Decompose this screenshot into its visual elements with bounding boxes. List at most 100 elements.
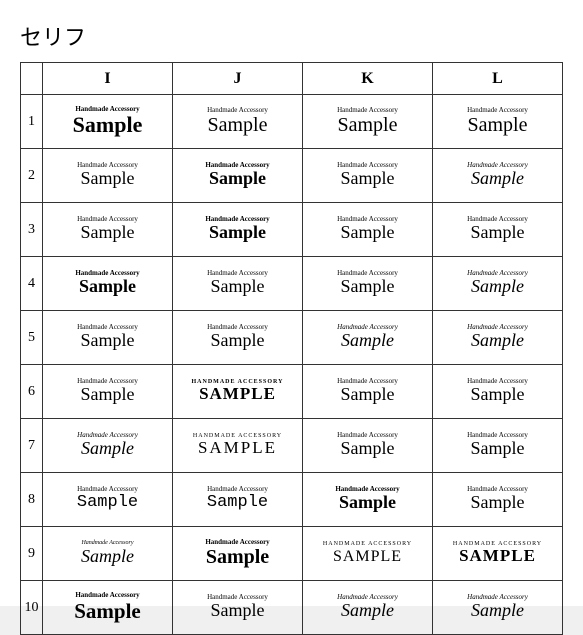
- cell-bottom-text: Sample: [81, 223, 135, 243]
- table-row: 3Handmade AccessorySampleHandmade Access…: [21, 203, 563, 257]
- cell-bottom-text: Sample: [471, 277, 524, 297]
- cell-bottom-text: Sample: [81, 439, 134, 459]
- cell-bottom-text: Sample: [73, 113, 143, 137]
- font-cell: HANDMADE ACCESSORYSAMPLE: [433, 527, 563, 581]
- font-cell: HANDMADE ACCESSORYSAMPLE: [173, 365, 303, 419]
- font-cell: Handmade AccessorySample: [303, 203, 433, 257]
- row-number: 10: [21, 581, 43, 635]
- cell-bottom-text: Sample: [471, 385, 525, 405]
- cell-top-text: Handmade Accessory: [467, 107, 528, 115]
- col-header-empty: [21, 63, 43, 95]
- cell-content: Handmade AccessorySample: [306, 324, 429, 351]
- font-table: I J K L 1Handmade AccessorySampleHandmad…: [20, 62, 563, 635]
- cell-bottom-text: Sample: [81, 331, 135, 351]
- font-cell: Handmade AccessorySample: [433, 419, 563, 473]
- cell-content: HANDMADE ACCESSORYSAMPLE: [436, 541, 559, 566]
- table-row: 7Handmade AccessorySampleHANDMADE ACCESS…: [21, 419, 563, 473]
- row-number: 9: [21, 527, 43, 581]
- cell-bottom-text: Sample: [338, 114, 398, 136]
- cell-bottom-text: Sample: [468, 114, 528, 136]
- cell-content: Handmade AccessorySample: [176, 594, 299, 621]
- cell-content: Handmade AccessorySample: [306, 107, 429, 137]
- cell-bottom-text: Sample: [77, 494, 138, 513]
- font-cell: HANDMADE ACCESSORYSAMPLE: [303, 527, 433, 581]
- cell-bottom-text: Sample: [471, 601, 524, 621]
- cell-content: Handmade AccessorySample: [46, 106, 169, 138]
- cell-content: Handmade AccessorySample: [306, 486, 429, 513]
- row-number: 2: [21, 149, 43, 203]
- cell-bottom-text: Sample: [471, 439, 525, 459]
- cell-bottom-text: SAMPLE: [333, 548, 402, 566]
- cell-bottom-text: Sample: [471, 493, 525, 513]
- font-cell: Handmade AccessorySample: [433, 95, 563, 149]
- cell-bottom-text: Sample: [471, 223, 525, 243]
- font-cell: Handmade AccessorySample: [173, 473, 303, 527]
- cell-content: Handmade AccessorySample: [46, 378, 169, 405]
- table-row: 6Handmade AccessorySampleHANDMADE ACCESS…: [21, 365, 563, 419]
- cell-bottom-text: Sample: [341, 277, 395, 297]
- col-header-k: K: [303, 63, 433, 95]
- cell-content: Handmade AccessorySample: [306, 594, 429, 621]
- font-cell: Handmade AccessorySample: [303, 311, 433, 365]
- table-header-row: I J K L: [21, 63, 563, 95]
- row-number: 1: [21, 95, 43, 149]
- cell-content: Handmade AccessorySample: [176, 107, 299, 137]
- font-cell: HANDMADE ACCESSORYSAMPLE: [173, 419, 303, 473]
- row-number: 7: [21, 419, 43, 473]
- cell-bottom-text: Sample: [207, 494, 268, 513]
- font-cell: Handmade AccessorySample: [433, 311, 563, 365]
- row-number: 6: [21, 365, 43, 419]
- cell-bottom-text: Sample: [74, 600, 141, 623]
- cell-content: Handmade AccessorySample: [436, 216, 559, 243]
- row-number: 8: [21, 473, 43, 527]
- cell-bottom-text: Sample: [81, 169, 135, 189]
- font-cell: Handmade AccessorySample: [43, 95, 173, 149]
- row-number: 5: [21, 311, 43, 365]
- table-row: 9Handmade AccessorySampleHandmade Access…: [21, 527, 563, 581]
- cell-bottom-text: Sample: [206, 546, 269, 568]
- cell-content: Handmade AccessorySample: [46, 162, 169, 189]
- cell-content: Handmade AccessorySample: [46, 324, 169, 351]
- cell-top-text: Handmade Accessory: [337, 107, 398, 115]
- table-row: 2Handmade AccessorySampleHandmade Access…: [21, 149, 563, 203]
- cell-bottom-text: Sample: [79, 277, 136, 297]
- cell-content: HANDMADE ACCESSORYSAMPLE: [306, 541, 429, 565]
- font-cell: Handmade AccessorySample: [433, 473, 563, 527]
- cell-content: HANDMADE ACCESSORYSAMPLE: [176, 379, 299, 404]
- table-row: 4Handmade AccessorySampleHandmade Access…: [21, 257, 563, 311]
- cell-content: Handmade AccessorySample: [176, 270, 299, 297]
- cell-content: Handmade AccessorySample: [306, 378, 429, 405]
- cell-bottom-text: SAMPLE: [198, 439, 277, 458]
- cell-content: Handmade AccessorySample: [176, 216, 299, 243]
- cell-bottom-text: Sample: [211, 277, 265, 297]
- cell-content: Handmade AccessorySample: [46, 540, 169, 566]
- font-cell: Handmade AccessorySample: [173, 581, 303, 635]
- font-cell: Handmade AccessorySample: [43, 527, 173, 581]
- cell-content: Handmade AccessorySample: [436, 324, 559, 351]
- cell-bottom-text: SAMPLE: [199, 385, 276, 404]
- font-cell: Handmade AccessorySample: [303, 581, 433, 635]
- font-cell: Handmade AccessorySample: [43, 365, 173, 419]
- cell-content: Handmade AccessorySample: [176, 539, 299, 569]
- cell-bottom-text: Sample: [339, 493, 396, 513]
- cell-content: Handmade AccessorySample: [176, 162, 299, 189]
- cell-content: Handmade AccessorySample: [436, 162, 559, 189]
- font-cell: Handmade AccessorySample: [173, 203, 303, 257]
- cell-content: Handmade AccessorySample: [306, 162, 429, 189]
- font-cell: Handmade AccessorySample: [43, 149, 173, 203]
- cell-content: Handmade AccessorySample: [436, 270, 559, 297]
- col-header-l: L: [433, 63, 563, 95]
- cell-top-text: Handmade Accessory: [207, 107, 268, 115]
- font-cell: Handmade AccessorySample: [43, 203, 173, 257]
- cell-bottom-text: Sample: [81, 385, 135, 405]
- cell-content: Handmade AccessorySample: [436, 378, 559, 405]
- font-cell: Handmade AccessorySample: [303, 149, 433, 203]
- font-cell: Handmade AccessorySample: [433, 365, 563, 419]
- col-header-i: I: [43, 63, 173, 95]
- cell-bottom-text: Sample: [341, 385, 395, 405]
- cell-bottom-text: Sample: [209, 223, 266, 243]
- font-cell: Handmade AccessorySample: [433, 257, 563, 311]
- cell-bottom-text: Sample: [471, 169, 524, 189]
- font-cell: Handmade AccessorySample: [303, 419, 433, 473]
- row-number: 3: [21, 203, 43, 257]
